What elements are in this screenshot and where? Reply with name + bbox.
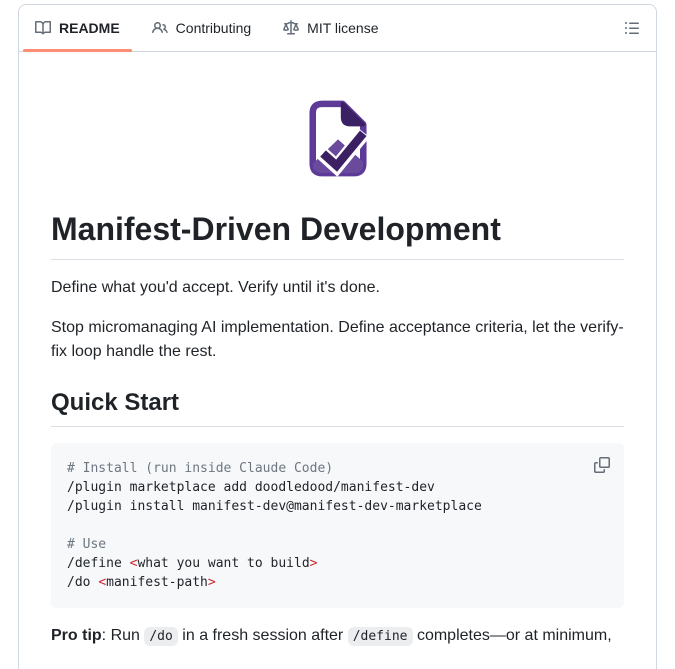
tab-mit-license-label: MIT license — [307, 20, 379, 36]
logo-paragraph — [51, 100, 624, 177]
readme-card: README Contributing MIT license Manifest… — [18, 4, 657, 669]
tab-contributing-label: Contributing — [175, 20, 252, 36]
readme-page: README Contributing MIT license Manifest… — [0, 0, 675, 669]
intro-text: Stop micromanaging AI implementation. De… — [51, 319, 624, 360]
copy-icon — [594, 457, 610, 473]
list-unordered-icon — [624, 20, 640, 36]
quick-start-heading: Quick Start — [51, 388, 624, 427]
tagline-text: Define what you'd accept. Verify until i… — [51, 279, 380, 296]
law-icon — [283, 20, 300, 36]
copy-button[interactable] — [590, 453, 614, 477]
readme-content: Manifest-Driven Development Define what … — [19, 52, 656, 669]
tab-readme-label: README — [59, 20, 120, 36]
tab-contributing[interactable]: Contributing — [140, 5, 264, 51]
manifest-dev-logo-icon — [51, 100, 624, 177]
tab-mit-license[interactable]: MIT license — [271, 5, 390, 51]
tabbar-spacer — [399, 5, 617, 51]
file-tab-bar: README Contributing MIT license — [19, 5, 656, 52]
tab-readme[interactable]: README — [23, 5, 132, 52]
quick-start-code-block: # Install (run inside Claude Code)/plugi… — [51, 443, 624, 608]
book-icon — [35, 20, 51, 36]
page-title: Manifest-Driven Development — [51, 209, 624, 260]
code-content: # Install (run inside Claude Code)/plugi… — [67, 461, 482, 590]
people-icon — [151, 20, 168, 36]
outline-toggle-button[interactable] — [616, 5, 648, 51]
pro-tip-text: Pro tip: Run /do in a fresh session afte… — [51, 627, 612, 646]
